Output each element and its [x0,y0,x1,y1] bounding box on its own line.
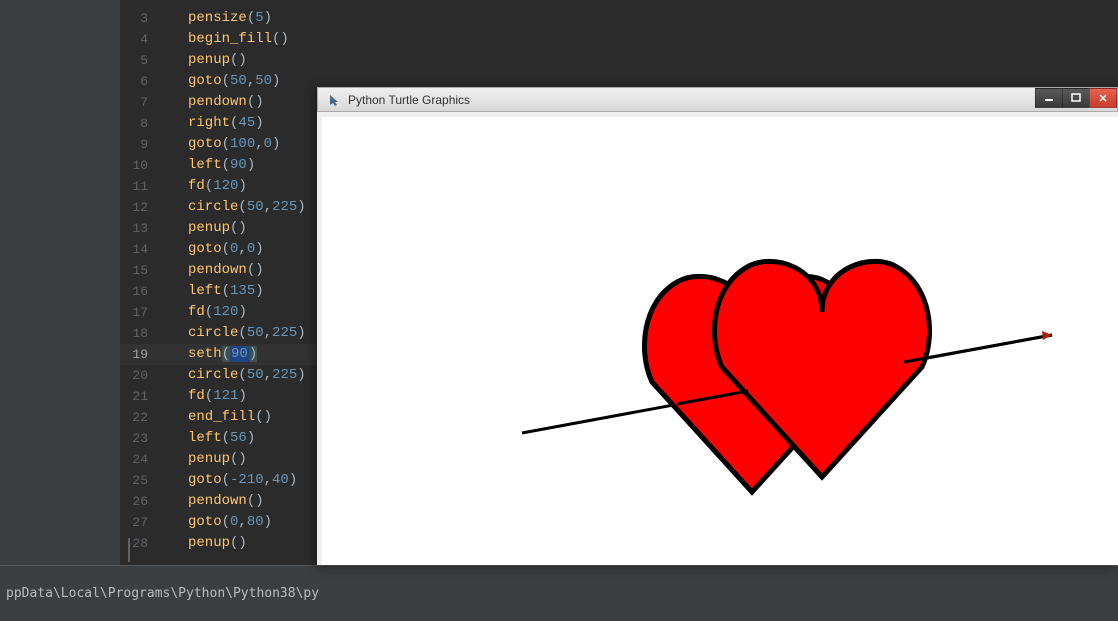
minimize-button[interactable] [1035,88,1063,108]
code-text[interactable]: fd(120) [160,176,247,197]
status-path: ppData\Local\Programs\Python\Python38\py [0,566,1118,607]
code-text[interactable]: pendown() [160,260,264,281]
turtle-app-icon [326,92,342,108]
close-button[interactable] [1089,88,1117,108]
line-number: 25 [120,470,160,491]
line-number: 7 [120,92,160,113]
code-text[interactable]: goto(-210,40) [160,470,297,491]
line-number: 18 [120,323,160,344]
line-number: 5 [120,50,160,71]
code-text[interactable]: pensize(5) [160,8,272,29]
code-text[interactable]: fd(121) [160,386,247,407]
code-text[interactable]: circle(50,225) [160,323,306,344]
project-sidebar[interactable] [0,0,120,565]
code-text[interactable]: penup() [160,533,247,554]
line-number: 9 [120,134,160,155]
code-text[interactable]: circle(50,225) [160,197,306,218]
line-number: 13 [120,218,160,239]
code-text[interactable]: pendown() [160,92,264,113]
code-text[interactable]: end_fill() [160,407,272,428]
line-number: 24 [120,449,160,470]
line-number: 12 [120,197,160,218]
code-text[interactable]: left(135) [160,281,264,302]
line-number: 27 [120,512,160,533]
code-text[interactable]: pendown() [160,491,264,512]
line-number: 3 [120,8,160,29]
code-text[interactable]: circle(50,225) [160,365,306,386]
window-controls [1036,88,1117,108]
line-number: 15 [120,260,160,281]
code-text[interactable]: penup() [160,449,247,470]
line-number: 11 [120,176,160,197]
turtle-canvas [317,112,1118,565]
code-text[interactable]: begin_fill() [160,29,289,50]
line-number: 10 [120,155,160,176]
gutter-caret [128,538,130,562]
line-number: 22 [120,407,160,428]
line-number: 23 [120,428,160,449]
maximize-button[interactable] [1062,88,1090,108]
line-number: 21 [120,386,160,407]
code-line[interactable]: 3pensize(5) [120,8,1118,29]
line-number: 19 [120,344,160,365]
turtle-graphics-window[interactable]: Python Turtle Graphics [317,87,1118,565]
code-text[interactable]: left(90) [160,155,255,176]
code-text[interactable]: seth(90) [160,344,257,365]
code-text[interactable]: penup() [160,50,247,71]
line-number: 28 [120,533,160,554]
code-text[interactable]: goto(0,0) [160,239,264,260]
turtle-window-title: Python Turtle Graphics [348,93,470,107]
turtle-titlebar[interactable]: Python Turtle Graphics [317,87,1118,112]
code-text[interactable]: right(45) [160,113,264,134]
line-number: 4 [120,29,160,50]
arrowhead-icon [1042,331,1052,340]
line-number: 26 [120,491,160,512]
line-number: 14 [120,239,160,260]
line-number: 6 [120,71,160,92]
code-text[interactable]: fd(120) [160,302,247,323]
line-number: 16 [120,281,160,302]
code-text[interactable]: goto(100,0) [160,134,280,155]
code-text[interactable]: left(56) [160,428,255,449]
code-line[interactable]: 5penup() [120,50,1118,71]
line-number: 8 [120,113,160,134]
code-line[interactable]: 4begin_fill() [120,29,1118,50]
line-number: 20 [120,365,160,386]
code-text[interactable]: goto(0,80) [160,512,272,533]
code-text[interactable]: goto(50,50) [160,71,280,92]
status-bar: ppData\Local\Programs\Python\Python38\py [0,565,1118,621]
line-number: 17 [120,302,160,323]
code-text[interactable]: penup() [160,218,247,239]
